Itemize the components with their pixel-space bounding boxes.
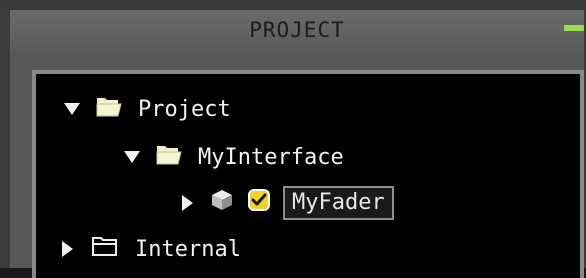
tree-item-myfader[interactable]: MyFader <box>182 183 394 223</box>
tree-item-label: MyInterface <box>198 144 344 170</box>
expand-arrow-icon[interactable] <box>124 151 140 163</box>
project-titlebar[interactable]: PROJECT <box>10 10 584 54</box>
tree-item-label: Internal <box>135 236 241 262</box>
tree-item-project[interactable]: Project <box>64 89 231 129</box>
folder-outline-icon <box>91 235 119 263</box>
open-folder-icon <box>96 96 122 123</box>
cube-icon <box>211 189 233 217</box>
open-folder-icon <box>156 144 182 171</box>
expand-arrow-icon[interactable] <box>64 103 80 115</box>
tree-item-label-selected[interactable]: MyFader <box>283 186 394 220</box>
tree-item-internal[interactable]: Internal <box>62 229 241 269</box>
checkbox[interactable] <box>247 188 271 218</box>
tree-item-label: Project <box>138 96 231 122</box>
tree-item-myinterface[interactable]: MyInterface <box>124 137 344 177</box>
window-title: PROJECT <box>249 18 345 42</box>
collapse-arrow-icon[interactable] <box>62 241 73 257</box>
project-tree: Project MyInterface MyFader Internal <box>32 70 584 278</box>
minimize-button[interactable] <box>564 25 584 31</box>
project-window: PROJECT Project MyInterface MyFader Inte… <box>0 0 586 278</box>
collapse-arrow-icon[interactable] <box>182 195 193 211</box>
